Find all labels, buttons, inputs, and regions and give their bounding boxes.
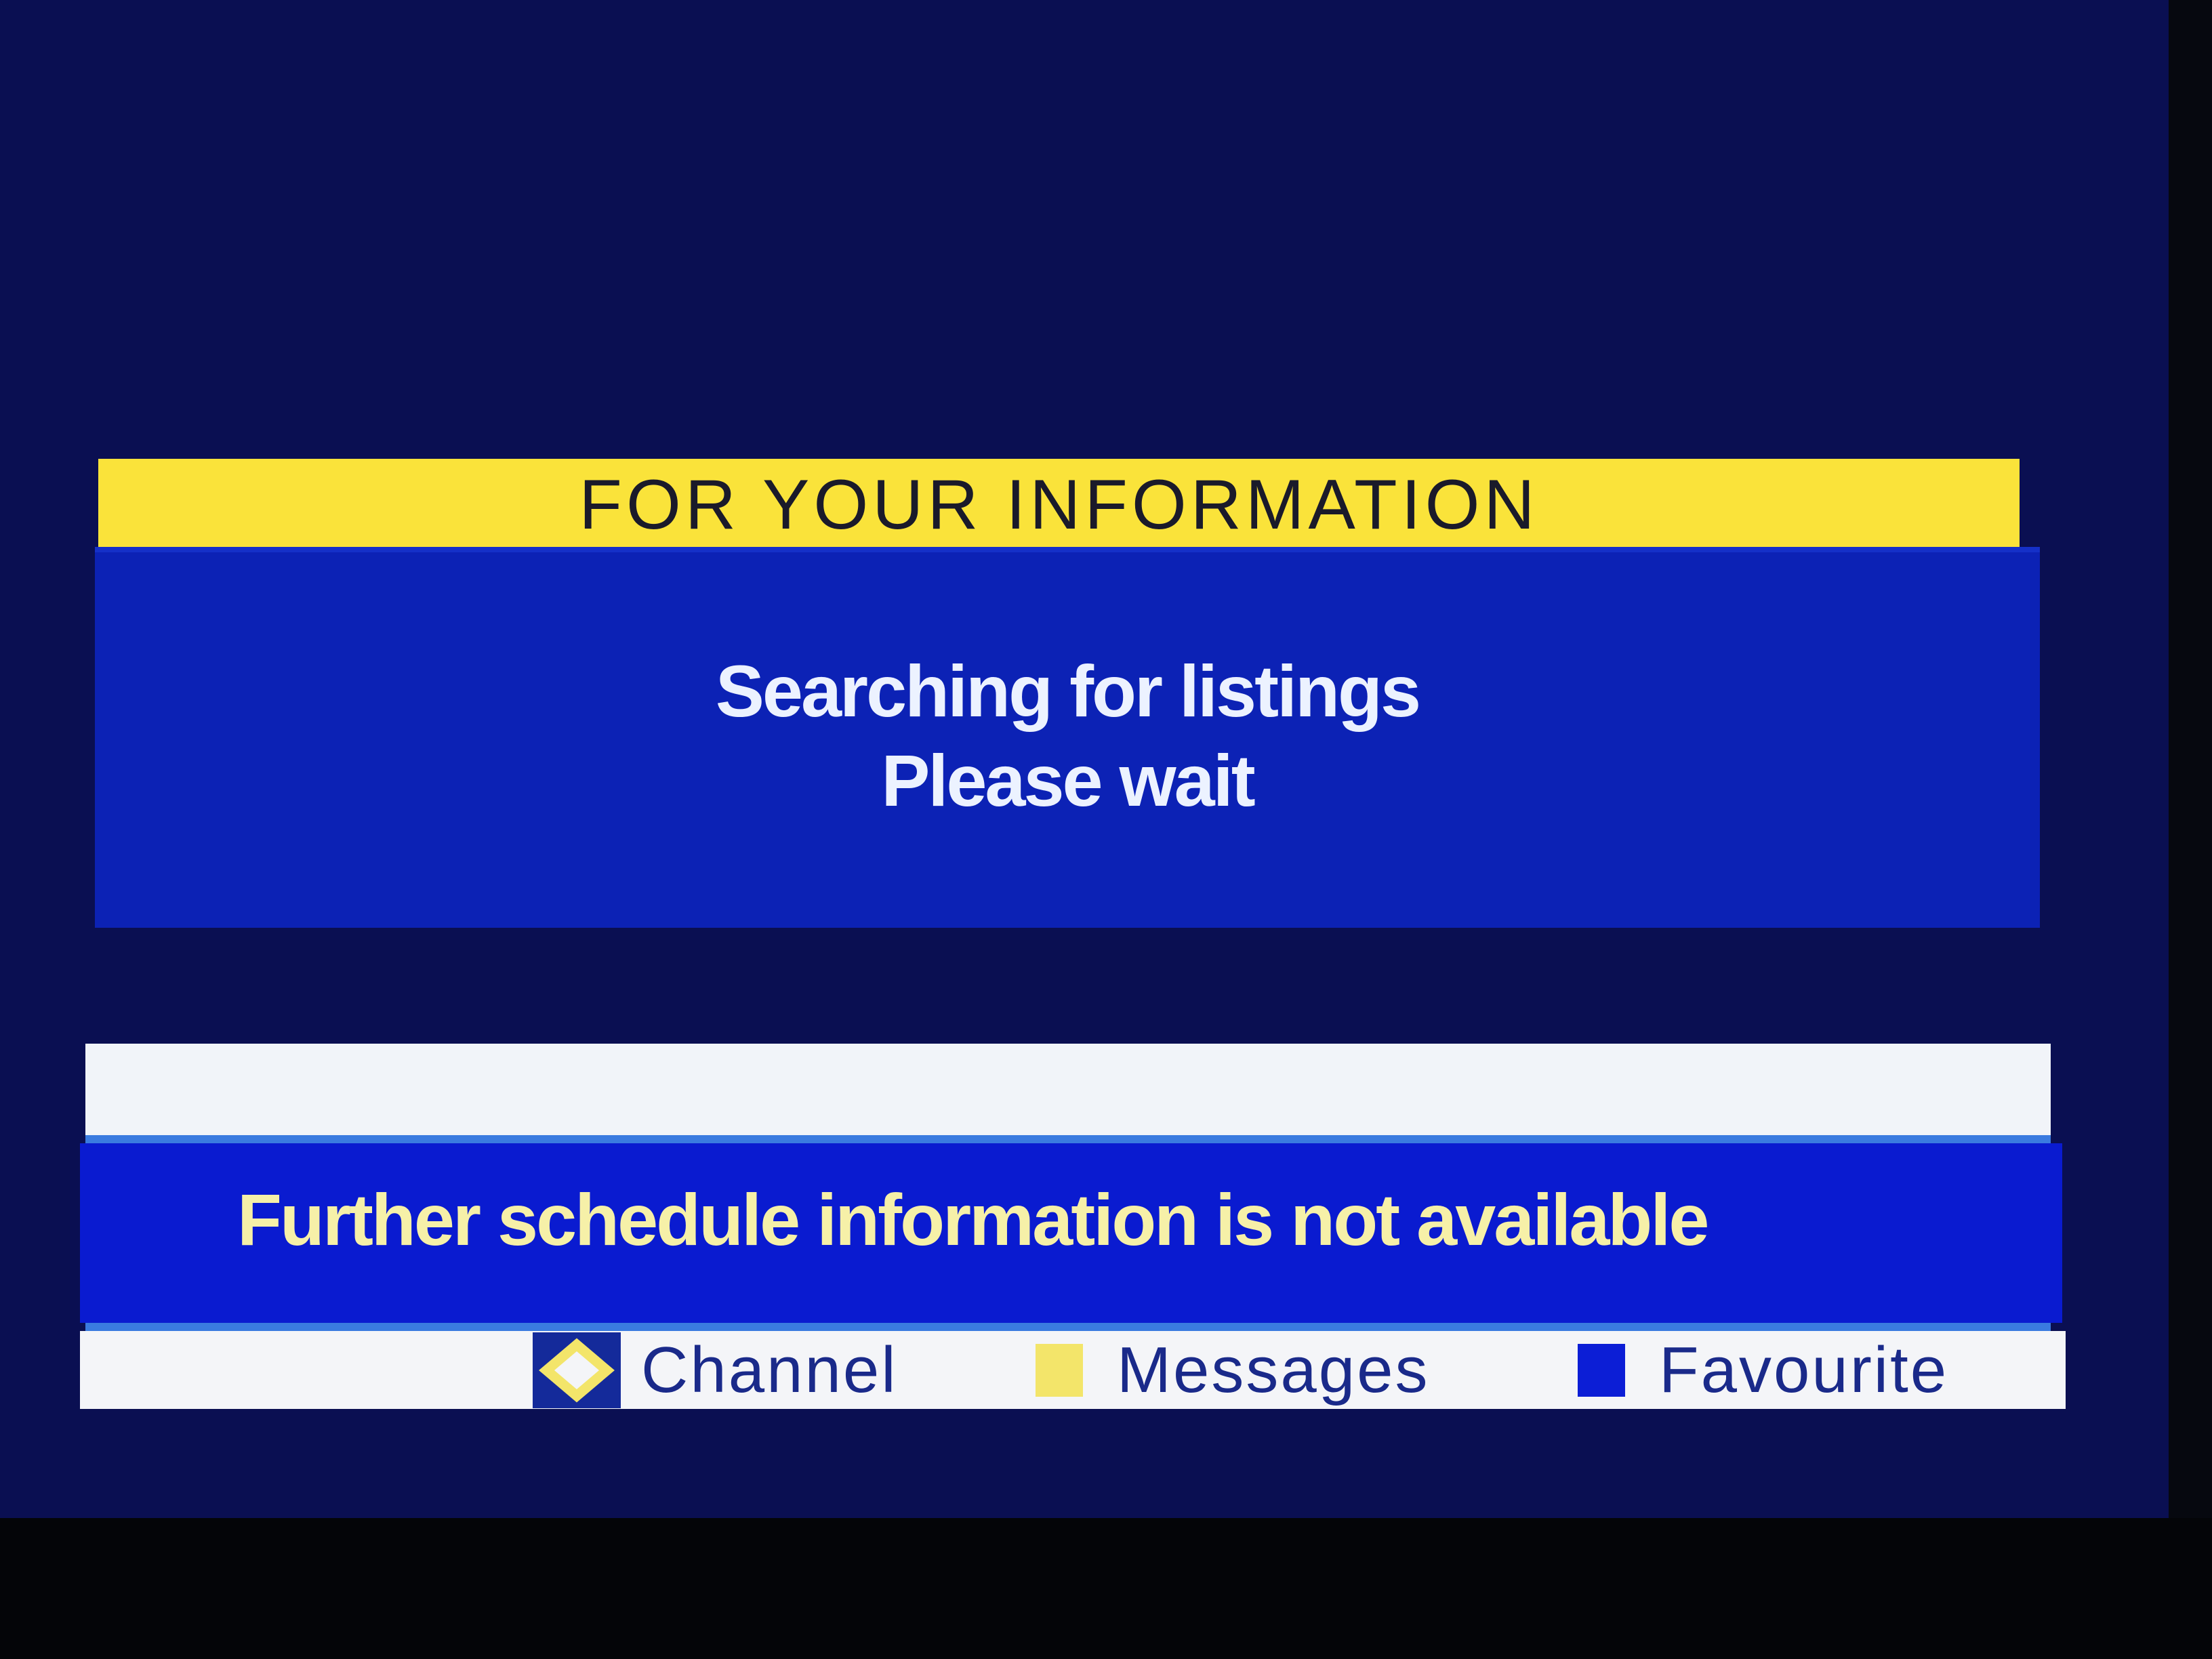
legend-favourite-label: Favourite xyxy=(1659,1333,1949,1406)
info-dialog: FOR YOUR INFORMATION Searching for listi… xyxy=(95,459,2040,928)
blue-key-icon xyxy=(1578,1343,1625,1397)
tv-bezel-right xyxy=(2169,0,2212,1659)
legend-messages[interactable]: Messages xyxy=(1036,1331,1430,1409)
divider xyxy=(85,1135,2051,1143)
schedule-unavailable-message: Further schedule information is not avai… xyxy=(237,1179,1709,1261)
status-message: Searching for listings xyxy=(715,650,1421,732)
schedule-panel: Further schedule information is not avai… xyxy=(80,1044,2066,1431)
tv-screen: FOR YOUR INFORMATION Searching for listi… xyxy=(0,0,2169,1518)
legend-favourite[interactable]: Favourite xyxy=(1578,1331,1948,1409)
key-legend-bar: Channel Messages Favourite xyxy=(80,1331,2066,1409)
schedule-header-strip xyxy=(85,1044,2051,1135)
wait-message: Please wait xyxy=(881,739,1255,821)
divider xyxy=(85,1323,2051,1331)
yellow-key-icon xyxy=(1036,1343,1083,1397)
channel-navigation-icon xyxy=(533,1332,621,1408)
legend-messages-label: Messages xyxy=(1117,1333,1430,1406)
info-dialog-body: Searching for listings Please wait xyxy=(95,547,2040,928)
tv-bezel-bottom xyxy=(0,1518,2212,1659)
legend-channel-label: Channel xyxy=(641,1333,898,1406)
schedule-message-bar: Further schedule information is not avai… xyxy=(80,1143,2062,1323)
legend-channel[interactable]: Channel xyxy=(533,1331,898,1409)
info-dialog-title: FOR YOUR INFORMATION xyxy=(98,459,2020,547)
